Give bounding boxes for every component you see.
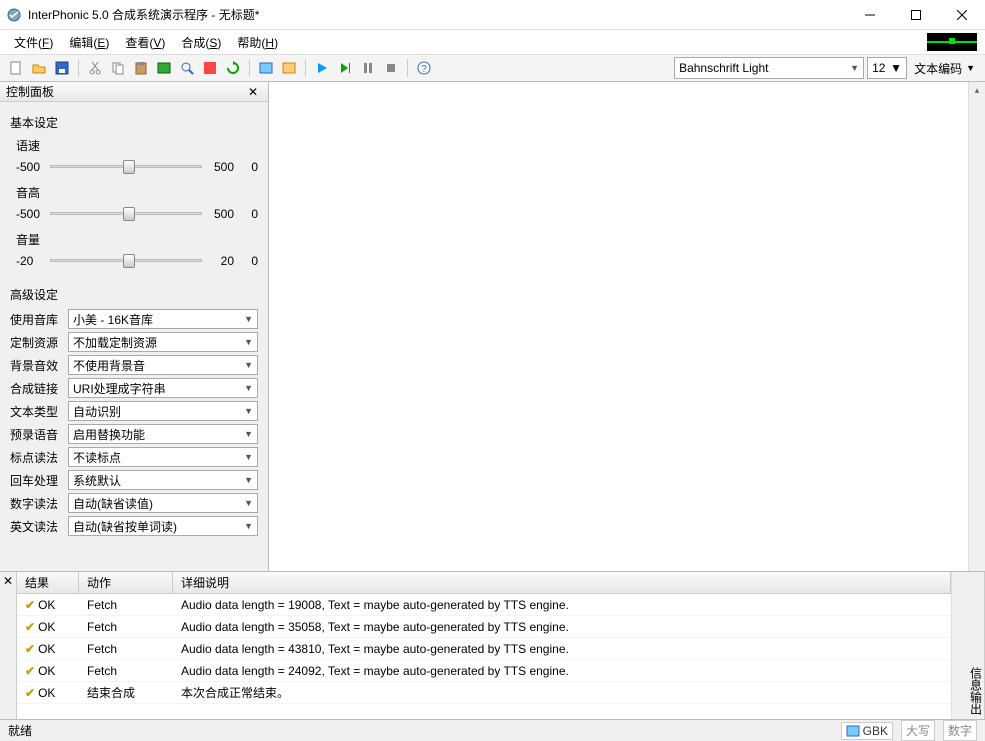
statusbar: 就绪 GBK 大写 数字: [0, 719, 985, 741]
log-tab-label[interactable]: 信息输出: [968, 572, 985, 719]
adv-combo-1[interactable]: 不加载定制资源▼: [68, 332, 258, 352]
adv-combo-4[interactable]: 自动识别▼: [68, 401, 258, 421]
close-button[interactable]: [939, 0, 985, 30]
adv-label-0: 使用音库: [10, 311, 64, 328]
volume-value: 0: [238, 254, 258, 268]
app-icon: [6, 7, 22, 23]
log-row[interactable]: ✔ OK结束合成本次合成正常结束。: [17, 682, 951, 704]
adv-label-2: 背景音效: [10, 357, 64, 374]
toolbar: ? Bahnschrift Light▼ 12▼ 文本编码 ▼: [0, 54, 985, 82]
font-size-combo[interactable]: 12▼: [867, 57, 907, 79]
log-row[interactable]: ✔ OKFetchAudio data length = 35058, Text…: [17, 616, 951, 638]
control-panel: 控制面板 ✕ 基本设定 语速 -500 500 0 音高 -500 500: [0, 82, 269, 571]
menu-view[interactable]: 查看(V): [119, 32, 171, 53]
panel-close-icon[interactable]: ✕: [244, 85, 262, 99]
menu-synth[interactable]: 合成(S): [175, 32, 227, 53]
minimize-button[interactable]: [847, 0, 893, 30]
adv-combo-8[interactable]: 自动(缺省读值)▼: [68, 493, 258, 513]
log-scrollbar[interactable]: [951, 572, 968, 719]
status-ready: 就绪: [8, 722, 833, 739]
volume-slider[interactable]: [50, 250, 202, 272]
log-close-icon[interactable]: ✕: [0, 572, 17, 719]
log-header: 结果 动作 详细说明: [17, 572, 951, 594]
adv-label-5: 预录语音: [10, 426, 64, 443]
menu-file[interactable]: 文件(F): [8, 32, 59, 53]
adv-label-6: 标点读法: [10, 449, 64, 466]
image-icon[interactable]: [154, 58, 174, 78]
svg-text:?: ?: [421, 64, 427, 75]
adv-combo-6[interactable]: 不读标点▼: [68, 447, 258, 467]
play-icon[interactable]: [312, 58, 332, 78]
pitch-slider[interactable]: [50, 203, 202, 225]
log-panel: ✕ 结果 动作 详细说明 ✔ OKFetchAudio data length …: [0, 571, 985, 719]
encoding-combo[interactable]: 文本编码 ▼: [910, 57, 979, 79]
log-row[interactable]: ✔ OKFetchAudio data length = 24092, Text…: [17, 660, 951, 682]
copy-icon[interactable]: [108, 58, 128, 78]
paste-icon[interactable]: [131, 58, 151, 78]
play-section-icon[interactable]: [335, 58, 355, 78]
adv-label-9: 英文读法: [10, 518, 64, 535]
refresh-icon[interactable]: [223, 58, 243, 78]
adv-combo-3[interactable]: URI处理成字符串▼: [68, 378, 258, 398]
adv-label-3: 合成链接: [10, 380, 64, 397]
titlebar: InterPhonic 5.0 合成系统演示程序 - 无标题*: [0, 0, 985, 30]
menu-help[interactable]: 帮助(H): [231, 32, 284, 53]
color-icon[interactable]: [200, 58, 220, 78]
config-icon[interactable]: [279, 58, 299, 78]
maximize-button[interactable]: [893, 0, 939, 30]
status-caps: 大写: [901, 720, 935, 741]
editor-scrollbar[interactable]: ▴: [968, 82, 985, 571]
control-panel-title: 控制面板: [6, 83, 54, 100]
zoom-icon[interactable]: [177, 58, 197, 78]
font-combo[interactable]: Bahnschrift Light▼: [674, 57, 864, 79]
cut-icon[interactable]: [85, 58, 105, 78]
status-encoding: GBK: [841, 722, 893, 740]
pitch-label: 音高: [16, 184, 258, 201]
open-icon[interactable]: [29, 58, 49, 78]
volume-label: 音量: [16, 231, 258, 248]
adv-combo-0[interactable]: 小美 - 16K音库▼: [68, 309, 258, 329]
speed-value: 0: [238, 160, 258, 174]
speed-slider[interactable]: [50, 156, 202, 178]
lang-icon[interactable]: [256, 58, 276, 78]
window-title: InterPhonic 5.0 合成系统演示程序 - 无标题*: [28, 6, 847, 23]
adv-combo-5[interactable]: 启用替换功能▼: [68, 424, 258, 444]
pause-icon[interactable]: [358, 58, 378, 78]
save-icon[interactable]: [52, 58, 72, 78]
pitch-value: 0: [238, 207, 258, 221]
new-icon[interactable]: [6, 58, 26, 78]
speed-label: 语速: [16, 137, 258, 154]
log-row[interactable]: ✔ OKFetchAudio data length = 19008, Text…: [17, 594, 951, 616]
text-editor[interactable]: ▴: [269, 82, 985, 571]
menu-edit[interactable]: 编辑(E): [63, 32, 115, 53]
adv-combo-9[interactable]: 自动(缺省按单词读)▼: [68, 516, 258, 536]
adv-label-8: 数字读法: [10, 495, 64, 512]
advanced-settings-title: 高级设定: [10, 286, 258, 303]
log-row[interactable]: ✔ OKFetchAudio data length = 43810, Text…: [17, 638, 951, 660]
adv-combo-2[interactable]: 不使用背景音▼: [68, 355, 258, 375]
help-icon[interactable]: ?: [414, 58, 434, 78]
menubar: 文件(F) 编辑(E) 查看(V) 合成(S) 帮助(H): [0, 30, 985, 54]
control-panel-header: 控制面板 ✕: [0, 82, 268, 102]
adv-label-1: 定制资源: [10, 334, 64, 351]
brand-logo: [927, 33, 977, 51]
status-num: 数字: [943, 720, 977, 741]
stop-icon[interactable]: [381, 58, 401, 78]
adv-label-4: 文本类型: [10, 403, 64, 420]
basic-settings-title: 基本设定: [10, 114, 258, 131]
adv-label-7: 回车处理: [10, 472, 64, 489]
adv-combo-7[interactable]: 系统默认▼: [68, 470, 258, 490]
